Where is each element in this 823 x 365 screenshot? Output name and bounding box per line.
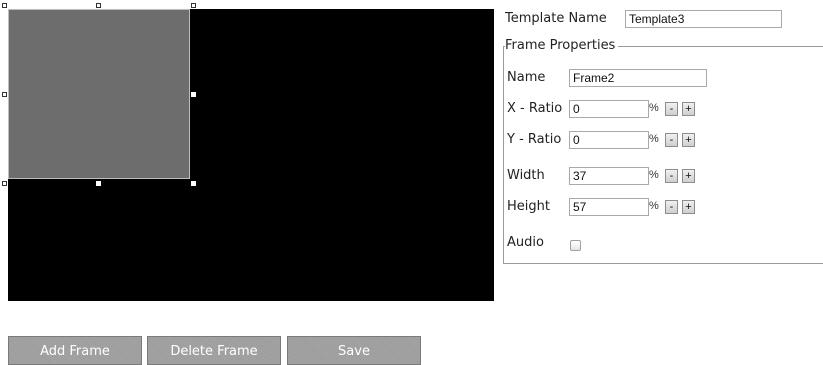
height-decrement-button[interactable]: - (665, 200, 678, 214)
x-ratio-input[interactable] (569, 100, 649, 118)
frame-name-label: Name (507, 70, 546, 85)
height-percent: % (649, 200, 659, 212)
audio-label: Audio (507, 235, 544, 250)
resize-handle-top-middle[interactable] (96, 3, 101, 8)
x-ratio-decrement-button[interactable]: - (665, 102, 678, 116)
width-percent: % (649, 169, 659, 181)
frame-properties-legend: Frame Properties (505, 38, 619, 53)
resize-handle-bottom-right[interactable] (191, 181, 196, 186)
height-increment-button[interactable]: + (682, 200, 695, 214)
resize-handle-bottom-middle[interactable] (96, 181, 101, 186)
resize-handle-middle-left[interactable] (2, 92, 7, 97)
add-frame-button[interactable]: Add Frame (8, 336, 142, 365)
x-ratio-increment-button[interactable]: + (682, 102, 695, 116)
x-ratio-label: X - Ratio (507, 101, 563, 116)
resize-handle-bottom-left[interactable] (2, 181, 7, 186)
width-increment-button[interactable]: + (682, 169, 695, 183)
template-name-label: Template Name (505, 11, 607, 26)
y-ratio-decrement-button[interactable]: - (665, 133, 678, 147)
audio-checkbox[interactable] (570, 240, 581, 251)
selected-frame[interactable] (8, 9, 190, 179)
height-input[interactable] (569, 198, 649, 216)
y-ratio-input[interactable] (569, 131, 649, 149)
width-decrement-button[interactable]: - (665, 169, 678, 183)
y-ratio-percent: % (649, 133, 659, 145)
template-canvas[interactable] (8, 9, 494, 301)
x-ratio-percent: % (649, 102, 659, 114)
delete-frame-button[interactable]: Delete Frame (147, 336, 281, 365)
resize-handle-middle-right[interactable] (191, 92, 196, 97)
height-label: Height (507, 199, 550, 214)
resize-handle-top-left[interactable] (2, 3, 7, 8)
width-label: Width (507, 168, 545, 183)
save-button[interactable]: Save (287, 336, 421, 365)
template-name-input[interactable] (625, 10, 782, 28)
y-ratio-increment-button[interactable]: + (682, 133, 695, 147)
width-input[interactable] (569, 167, 649, 185)
frame-name-input[interactable] (569, 69, 707, 87)
resize-handle-top-right[interactable] (191, 3, 196, 8)
y-ratio-label: Y - Ratio (507, 132, 562, 147)
